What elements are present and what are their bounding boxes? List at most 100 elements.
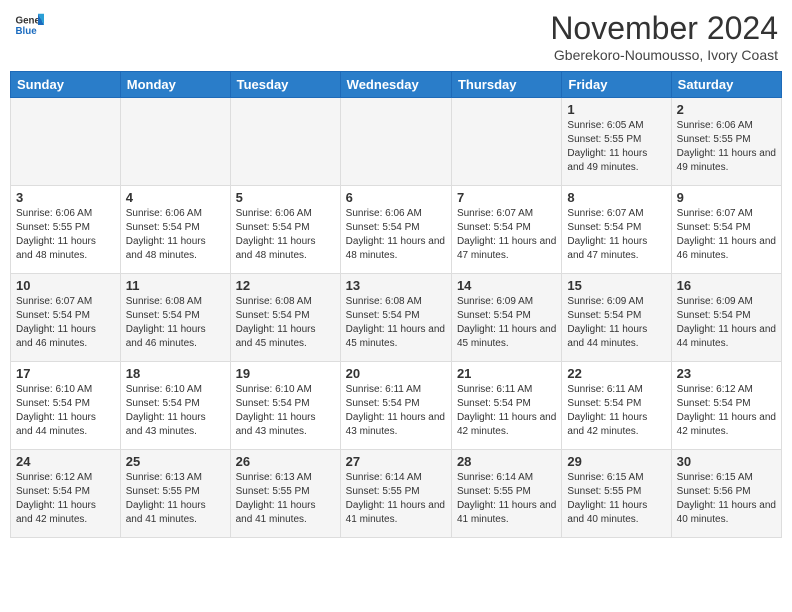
calendar-week-4: 17 Sunrise: 6:10 AM Sunset: 5:54 PM Dayli…: [11, 362, 782, 450]
day-number: 8: [567, 190, 665, 205]
logo: General Blue: [14, 10, 44, 40]
day-info: Sunrise: 6:13 AM Sunset: 5:55 PM Dayligh…: [126, 471, 225, 527]
calendar-cell: 28 Sunrise: 6:14 AM Sunset: 5:55 PM Dayli…: [451, 450, 561, 538]
day-number: 25: [126, 454, 225, 469]
day-number: 30: [677, 454, 776, 469]
day-info: Sunrise: 6:15 AM Sunset: 5:55 PM Dayligh…: [567, 471, 665, 527]
day-info: Sunrise: 6:08 AM Sunset: 5:54 PM Dayligh…: [236, 295, 335, 351]
day-number: 1: [567, 102, 665, 117]
day-number: 13: [346, 278, 446, 293]
calendar-cell: 13 Sunrise: 6:08 AM Sunset: 5:54 PM Dayli…: [340, 274, 451, 362]
day-number: 18: [126, 366, 225, 381]
calendar-week-3: 10 Sunrise: 6:07 AM Sunset: 5:54 PM Dayli…: [11, 274, 782, 362]
day-info: Sunrise: 6:10 AM Sunset: 5:54 PM Dayligh…: [126, 383, 225, 439]
calendar-cell: 23 Sunrise: 6:12 AM Sunset: 5:54 PM Dayli…: [671, 362, 781, 450]
day-info: Sunrise: 6:07 AM Sunset: 5:54 PM Dayligh…: [457, 207, 556, 263]
day-number: 14: [457, 278, 556, 293]
col-header-tuesday: Tuesday: [230, 72, 340, 98]
day-info: Sunrise: 6:10 AM Sunset: 5:54 PM Dayligh…: [16, 383, 115, 439]
day-number: 17: [16, 366, 115, 381]
day-info: Sunrise: 6:12 AM Sunset: 5:54 PM Dayligh…: [16, 471, 115, 527]
calendar-cell: 5 Sunrise: 6:06 AM Sunset: 5:54 PM Daylig…: [230, 186, 340, 274]
calendar-cell: 8 Sunrise: 6:07 AM Sunset: 5:54 PM Daylig…: [562, 186, 671, 274]
calendar-cell: 14 Sunrise: 6:09 AM Sunset: 5:54 PM Dayli…: [451, 274, 561, 362]
calendar-cell: [11, 98, 121, 186]
calendar-cell: 11 Sunrise: 6:08 AM Sunset: 5:54 PM Dayli…: [120, 274, 230, 362]
calendar-cell: 10 Sunrise: 6:07 AM Sunset: 5:54 PM Dayli…: [11, 274, 121, 362]
day-number: 3: [16, 190, 115, 205]
calendar-header-row: SundayMondayTuesdayWednesdayThursdayFrid…: [11, 72, 782, 98]
calendar-cell: 25 Sunrise: 6:13 AM Sunset: 5:55 PM Dayli…: [120, 450, 230, 538]
day-info: Sunrise: 6:06 AM Sunset: 5:54 PM Dayligh…: [346, 207, 446, 263]
day-info: Sunrise: 6:06 AM Sunset: 5:54 PM Dayligh…: [126, 207, 225, 263]
calendar-week-5: 24 Sunrise: 6:12 AM Sunset: 5:54 PM Dayli…: [11, 450, 782, 538]
logo-icon: General Blue: [14, 10, 44, 40]
month-title: November 2024: [550, 10, 778, 47]
day-info: Sunrise: 6:08 AM Sunset: 5:54 PM Dayligh…: [346, 295, 446, 351]
calendar-cell: 27Sunrise: 6:14 AM Sunset: 5:55 PM Dayli…: [340, 450, 451, 538]
day-info: Sunrise: 6:07 AM Sunset: 5:54 PM Dayligh…: [16, 295, 115, 351]
day-info: Sunrise: 6:15 AM Sunset: 5:56 PM Dayligh…: [677, 471, 776, 527]
day-number: 12: [236, 278, 335, 293]
calendar-week-1: 1 Sunrise: 6:05 AM Sunset: 5:55 PM Daylig…: [11, 98, 782, 186]
day-number: 4: [126, 190, 225, 205]
col-header-thursday: Thursday: [451, 72, 561, 98]
page-header: General Blue November 2024 Gberekoro-Nou…: [10, 10, 782, 63]
day-info: Sunrise: 6:08 AM Sunset: 5:54 PM Dayligh…: [126, 295, 225, 351]
svg-text:Blue: Blue: [16, 26, 38, 37]
day-info: Sunrise: 6:06 AM Sunset: 5:55 PM Dayligh…: [16, 207, 115, 263]
day-info: Sunrise: 6:12 AM Sunset: 5:54 PM Dayligh…: [677, 383, 776, 439]
day-number: 9: [677, 190, 776, 205]
calendar-cell: 18 Sunrise: 6:10 AM Sunset: 5:54 PM Dayli…: [120, 362, 230, 450]
day-number: 22: [567, 366, 665, 381]
calendar-cell: 17 Sunrise: 6:10 AM Sunset: 5:54 PM Dayli…: [11, 362, 121, 450]
day-number: 28: [457, 454, 556, 469]
day-info: Sunrise: 6:13 AM Sunset: 5:55 PM Dayligh…: [236, 471, 335, 527]
calendar-cell: [340, 98, 451, 186]
calendar-cell: 24 Sunrise: 6:12 AM Sunset: 5:54 PM Dayli…: [11, 450, 121, 538]
col-header-sunday: Sunday: [11, 72, 121, 98]
day-info: Sunrise: 6:11 AM Sunset: 5:54 PM Dayligh…: [567, 383, 665, 439]
day-number: 16: [677, 278, 776, 293]
calendar-cell: 4 Sunrise: 6:06 AM Sunset: 5:54 PM Daylig…: [120, 186, 230, 274]
day-number: 7: [457, 190, 556, 205]
day-number: 5: [236, 190, 335, 205]
day-number: 21: [457, 366, 556, 381]
location-subtitle: Gberekoro-Noumousso, Ivory Coast: [550, 47, 778, 63]
day-number: 2: [677, 102, 776, 117]
calendar-cell: 26Sunrise: 6:13 AM Sunset: 5:55 PM Dayli…: [230, 450, 340, 538]
calendar-cell: [120, 98, 230, 186]
col-header-wednesday: Wednesday: [340, 72, 451, 98]
calendar-cell: 7 Sunrise: 6:07 AM Sunset: 5:54 PM Daylig…: [451, 186, 561, 274]
calendar-cell: 15Sunrise: 6:09 AM Sunset: 5:54 PM Dayli…: [562, 274, 671, 362]
day-number: 29: [567, 454, 665, 469]
day-info: Sunrise: 6:14 AM Sunset: 5:55 PM Dayligh…: [457, 471, 556, 527]
day-info: Sunrise: 6:05 AM Sunset: 5:55 PM Dayligh…: [567, 119, 665, 175]
calendar-cell: 20 Sunrise: 6:11 AM Sunset: 5:54 PM Dayli…: [340, 362, 451, 450]
calendar-cell: 3 Sunrise: 6:06 AM Sunset: 5:55 PM Daylig…: [11, 186, 121, 274]
calendar-table: SundayMondayTuesdayWednesdayThursdayFrid…: [10, 71, 782, 538]
day-number: 24: [16, 454, 115, 469]
calendar-cell: 19 Sunrise: 6:10 AM Sunset: 5:54 PM Dayli…: [230, 362, 340, 450]
day-info: Sunrise: 6:11 AM Sunset: 5:54 PM Dayligh…: [346, 383, 446, 439]
day-number: 10: [16, 278, 115, 293]
calendar-cell: 21Sunrise: 6:11 AM Sunset: 5:54 PM Dayli…: [451, 362, 561, 450]
day-number: 20: [346, 366, 446, 381]
calendar-cell: 29 Sunrise: 6:15 AM Sunset: 5:55 PM Dayli…: [562, 450, 671, 538]
day-info: Sunrise: 6:10 AM Sunset: 5:54 PM Dayligh…: [236, 383, 335, 439]
calendar-week-2: 3 Sunrise: 6:06 AM Sunset: 5:55 PM Daylig…: [11, 186, 782, 274]
col-header-saturday: Saturday: [671, 72, 781, 98]
calendar-cell: 6Sunrise: 6:06 AM Sunset: 5:54 PM Daylig…: [340, 186, 451, 274]
day-number: 11: [126, 278, 225, 293]
day-info: Sunrise: 6:07 AM Sunset: 5:54 PM Dayligh…: [567, 207, 665, 263]
day-info: Sunrise: 6:06 AM Sunset: 5:54 PM Dayligh…: [236, 207, 335, 263]
day-number: 23: [677, 366, 776, 381]
calendar-cell: 16Sunrise: 6:09 AM Sunset: 5:54 PM Dayli…: [671, 274, 781, 362]
day-info: Sunrise: 6:14 AM Sunset: 5:55 PM Dayligh…: [346, 471, 446, 527]
calendar-cell: 1 Sunrise: 6:05 AM Sunset: 5:55 PM Daylig…: [562, 98, 671, 186]
calendar-cell: [451, 98, 561, 186]
col-header-friday: Friday: [562, 72, 671, 98]
day-info: Sunrise: 6:09 AM Sunset: 5:54 PM Dayligh…: [457, 295, 556, 351]
day-number: 19: [236, 366, 335, 381]
calendar-cell: 30 Sunrise: 6:15 AM Sunset: 5:56 PM Dayli…: [671, 450, 781, 538]
